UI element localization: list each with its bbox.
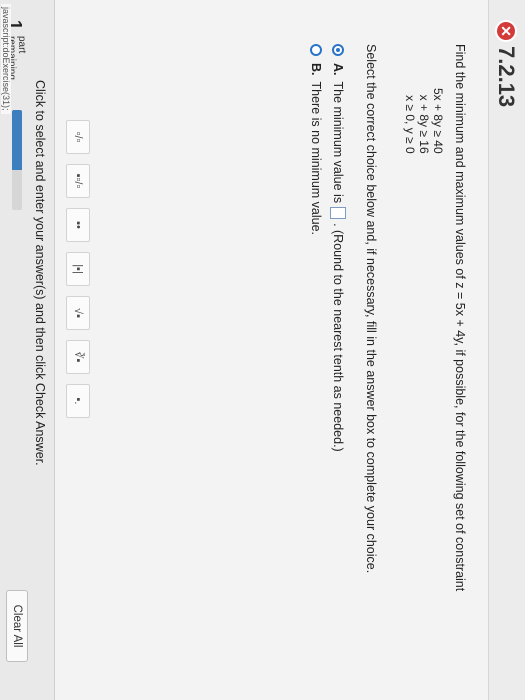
mixed-number-icon[interactable]: ▪▫/▫ xyxy=(66,164,90,198)
decimal-icon[interactable]: ▪. xyxy=(66,384,90,418)
absolute-value-icon[interactable]: |▪| xyxy=(66,252,90,286)
instruction-text: Select the correct choice below and, if … xyxy=(364,44,378,574)
choice-b-text: There is no minimum value. xyxy=(309,81,323,236)
constraint-line: x + 8y ≥ 16 xyxy=(417,94,431,154)
math-palette: ▫/▫ ▪▫/▫ ▪• |▪| √▪ ∛▪ ▪. xyxy=(66,120,90,418)
constraint-line: 5x + 8y ≥ 40 xyxy=(431,88,445,154)
nth-root-icon[interactable]: ∛▪ xyxy=(66,340,90,374)
fraction-icon[interactable]: ▫/▫ xyxy=(66,120,90,154)
exercise-screen: ✕ 7.2.13 Find the minimum and maximum va… xyxy=(0,0,525,700)
parts-label-line: part xyxy=(16,36,27,54)
exponent-icon[interactable]: ▪• xyxy=(66,208,90,242)
choice-a-note: . (Round to the nearest tenth as needed.… xyxy=(331,223,345,452)
choice-letter-a: A. xyxy=(331,63,345,76)
choice-a-text: The minimum value is xyxy=(331,81,345,204)
answer-input-box[interactable] xyxy=(330,207,346,220)
constraint-line: x ≥ 0, y ≥ 0 xyxy=(403,95,417,154)
progress-bar xyxy=(12,110,22,210)
constraints-list: 5x + 8y ≥ 40 x + 8y ≥ 16 x ≥ 0, y ≥ 0 xyxy=(403,88,445,154)
radio-button-a[interactable] xyxy=(332,44,344,56)
progress-fill xyxy=(12,110,22,170)
question-prompt: Find the minimum and maximum values of z… xyxy=(453,44,467,592)
choice-b[interactable]: B. There is no minimum value. xyxy=(307,44,325,235)
clear-all-button[interactable]: Clear All xyxy=(6,590,28,662)
choice-letter-b: B. xyxy=(309,63,323,76)
exercise-header: ✕ 7.2.13 xyxy=(488,0,525,700)
square-root-icon[interactable]: √▪ xyxy=(66,296,90,330)
radio-button-b[interactable] xyxy=(310,44,322,56)
x-mark-icon: ✕ xyxy=(497,22,515,40)
choice-a[interactable]: A. The minimum value is . (Round to the … xyxy=(329,44,347,452)
exercise-id: 7.2.13 xyxy=(494,46,519,108)
footer-instruction: Click to select and enter your answer(s)… xyxy=(33,80,47,466)
status-bar-url: javascript:doExercise(31); xyxy=(1,4,11,114)
